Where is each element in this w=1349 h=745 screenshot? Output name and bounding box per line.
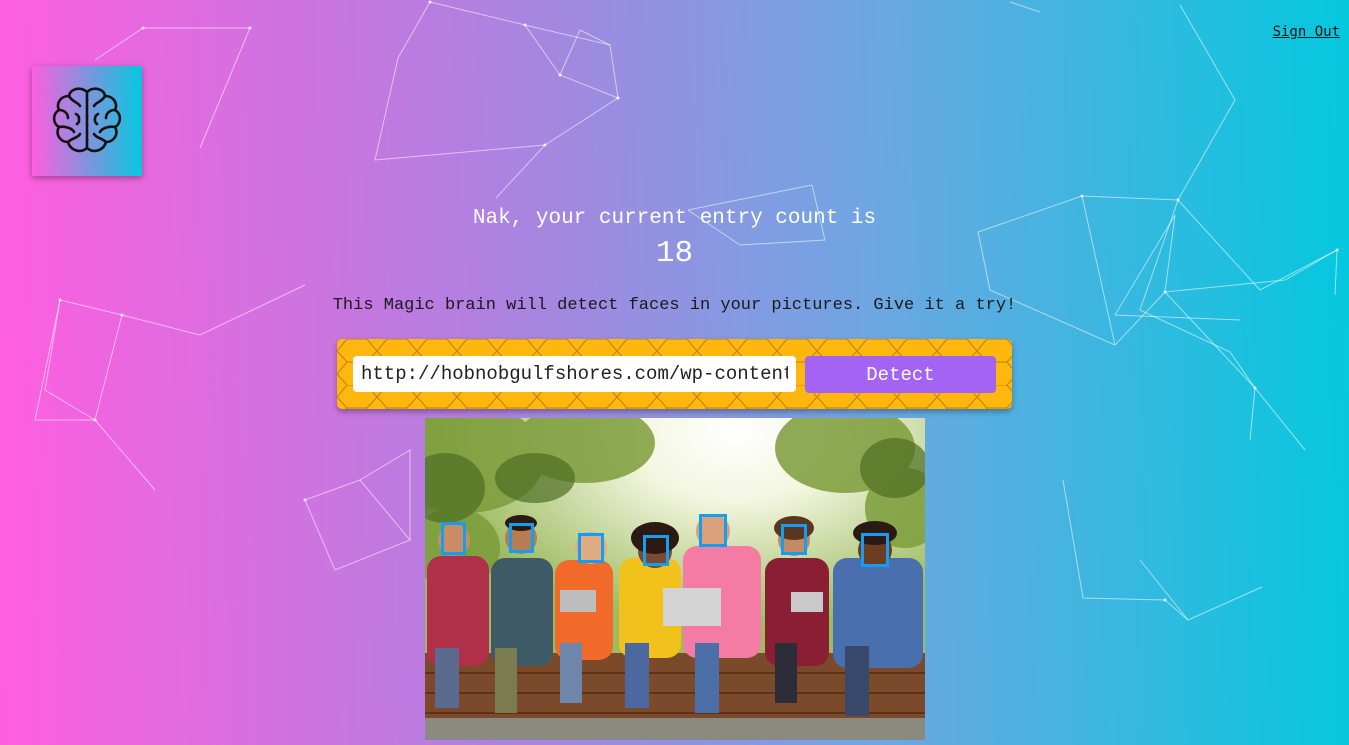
- face-detection-image: [425, 418, 925, 740]
- sign-out-link[interactable]: Sign Out: [1273, 24, 1340, 40]
- image-url-form: Detect: [337, 339, 1012, 409]
- brain-icon: [52, 87, 122, 153]
- image-url-input[interactable]: [353, 356, 796, 392]
- face-box: [861, 533, 889, 567]
- brain-logo: [32, 66, 142, 176]
- tagline: This Magic brain will detect faces in yo…: [332, 296, 1017, 315]
- face-box: [578, 533, 604, 563]
- face-box: [699, 514, 727, 547]
- face-box: [781, 524, 807, 555]
- face-box: [441, 522, 466, 555]
- face-box: [509, 523, 534, 553]
- detect-button[interactable]: Detect: [805, 356, 996, 393]
- entry-count-value: 18: [655, 236, 694, 271]
- face-box: [643, 535, 669, 566]
- group-photo: [425, 418, 925, 740]
- entry-count-message: Nak, your current entry count is: [472, 207, 877, 230]
